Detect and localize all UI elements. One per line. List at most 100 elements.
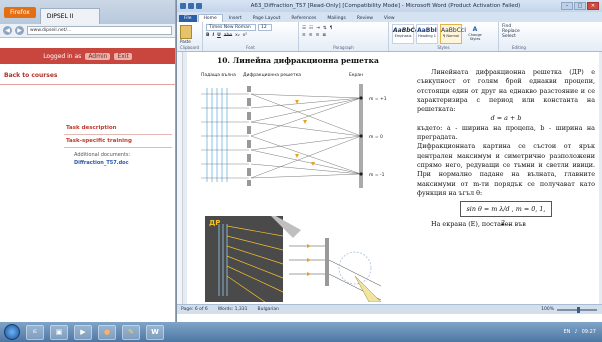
ribbon: Paste Clipboard Times New Roman 12 B I U… — [177, 22, 602, 52]
style-heading-1[interactable]: AaBbI Heading 1 — [416, 24, 438, 44]
sort-icon[interactable]: ⇅ — [323, 26, 327, 31]
justify-icon[interactable]: ≣ — [322, 33, 326, 38]
tab-file[interactable]: File — [179, 15, 197, 22]
vertical-ruler — [177, 52, 183, 304]
change-styles-icon: A — [472, 26, 478, 33]
detail-arrows — [307, 244, 311, 276]
task-training-link[interactable]: Task-specific training — [64, 135, 172, 148]
angle-arc — [338, 251, 372, 285]
italic-button[interactable]: I — [212, 33, 214, 38]
falling-wave-label: Падаща вълна — [201, 72, 236, 78]
undo-icon[interactable] — [196, 3, 202, 9]
paste-label: Paste — [180, 39, 191, 44]
order-plus-one-label: m = +1 — [369, 96, 387, 102]
browser-tab[interactable]: DIPSEL II — [39, 8, 100, 24]
style-normal[interactable]: AaBbCcI ¶ Normal — [440, 24, 466, 44]
page-count[interactable]: Page: 6 of 6 — [181, 307, 208, 312]
language-indicator[interactable]: Bulgarian — [258, 307, 280, 312]
superscript-button[interactable]: x² — [243, 33, 247, 38]
word-count[interactable]: Words: 1,331 — [218, 307, 248, 312]
taskbar-paint[interactable]: ✎ — [122, 324, 140, 340]
paragraph-definition: Линейната дифракционна решетка (ДР) е съ… — [417, 68, 595, 114]
underline-button[interactable]: U — [217, 33, 221, 38]
back-arrow-icon[interactable]: ◀ — [3, 26, 12, 35]
tab-insert[interactable]: Insert — [224, 15, 247, 22]
ray-arrows — [295, 100, 315, 166]
zoom-level[interactable]: 100% — [541, 307, 554, 312]
bullets-icon[interactable]: ☰ — [302, 26, 306, 31]
tray-language[interactable]: EN — [563, 329, 570, 335]
doc-file-link[interactable]: Diffraction_T57.doc — [64, 160, 172, 166]
volume-icon[interactable]: ♪ — [574, 329, 577, 335]
tab-page-layout[interactable]: Page Layout — [248, 15, 286, 22]
additional-docs-label: Additional documents: — [74, 152, 131, 158]
tab-review[interactable]: Review — [352, 15, 378, 22]
tab-view[interactable]: View — [379, 15, 400, 22]
bold-button[interactable]: B — [206, 33, 209, 38]
change-styles-button[interactable]: A Change Styles — [464, 24, 486, 44]
paragraph-label: Paragraph — [333, 45, 354, 50]
indent-icon[interactable]: ⇥ — [316, 26, 320, 31]
align-left-icon[interactable]: ≡ — [302, 33, 306, 38]
minimize-button[interactable]: – — [561, 2, 573, 10]
taskbar-ie[interactable]: IE — [26, 324, 44, 340]
font-size-select[interactable]: 12 — [258, 24, 272, 31]
editing-group: Find Replace Select Editing — [499, 22, 539, 51]
zoom-slider-thumb[interactable] — [577, 306, 580, 313]
style-emphasis[interactable]: AaBbCcI Emphasis — [392, 24, 421, 44]
window-title: A63_Diffraction_T57 [Read-Only] [Compati… — [250, 3, 521, 9]
zoom-control: 100% — [541, 306, 602, 313]
login-user[interactable]: Admin — [85, 52, 111, 60]
word-icon: W — [151, 328, 159, 336]
maximize-button[interactable]: □ — [574, 2, 586, 10]
taskbar-explorer[interactable]: ▣ — [50, 324, 68, 340]
taskbar-media[interactable]: ▶ — [74, 324, 92, 340]
document-page[interactable]: 10. Линейна дифракционна решетка Падаща … — [187, 52, 599, 304]
task-description-link[interactable]: Task description — [64, 122, 172, 135]
diffraction-grating-figure: Падаща вълна Дифракционна решетка Екран — [201, 72, 387, 188]
strikethrough-button[interactable]: abe — [224, 33, 232, 38]
task-menu: Task description Task-specific training … — [64, 122, 172, 166]
style-name: Emphasis — [394, 34, 412, 38]
maximum-plus-one — [359, 96, 363, 100]
document-area[interactable]: 10. Линейна дифракционна решетка Падаща … — [177, 52, 602, 304]
close-button[interactable]: ✕ — [587, 2, 599, 10]
start-button[interactable] — [4, 324, 20, 340]
styles-label: Styles — [437, 45, 450, 50]
firefox-menu-button[interactable]: Firefox — [4, 6, 36, 18]
pilcrow-icon[interactable]: ¶ — [330, 26, 333, 31]
status-bar: Page: 6 of 6 Words: 1,331 Bulgarian 100% — [177, 304, 602, 314]
maximum-minus-one — [359, 172, 363, 176]
numbering-icon[interactable]: ☷ — [309, 26, 313, 31]
tab-references[interactable]: References — [286, 15, 321, 22]
align-right-icon[interactable]: ≡ — [316, 33, 320, 38]
save-icon[interactable] — [188, 3, 194, 9]
ie-icon: IE — [32, 329, 38, 335]
back-to-courses-link[interactable]: Back to courses — [0, 72, 175, 79]
ribbon-tabs: File Home Insert Page Layout References … — [177, 12, 602, 22]
diffracted-rays — [250, 93, 362, 179]
grating-label: Дифракционна решетка — [243, 72, 301, 78]
tab-mailings[interactable]: Mailings — [322, 15, 350, 22]
url-bar[interactable]: www.dipseil.net/... — [27, 26, 172, 35]
desktop: Firefox DIPSEL II ◀ ▶ www.dipseil.net/..… — [0, 0, 602, 342]
style-sample: AaBbI — [417, 27, 437, 34]
logout-link[interactable]: Exit — [114, 52, 132, 60]
tray-clock[interactable]: 09:27 — [582, 329, 596, 335]
taskbar-word[interactable]: W — [146, 324, 164, 340]
tab-home[interactable]: Home — [197, 14, 223, 22]
select-button[interactable]: Select — [502, 34, 536, 39]
forward-arrow-icon[interactable]: ▶ — [15, 26, 24, 35]
align-center-icon[interactable]: ≡ — [309, 33, 313, 38]
taskbar-firefox[interactable]: ● — [98, 324, 116, 340]
subscript-button[interactable]: x₂ — [235, 33, 239, 38]
zoom-slider[interactable] — [557, 306, 597, 313]
paragraph-pattern: Дифракционната картина се състои от ярък… — [417, 142, 595, 197]
system-tray: EN ♪ 09:27 — [563, 329, 602, 335]
font-name-select[interactable]: Times New Roman — [206, 24, 256, 31]
screen-label: Екран — [349, 72, 363, 78]
paste-icon[interactable] — [180, 25, 192, 39]
order-zero-label: m = 0 — [369, 134, 383, 140]
folder-icon: ▣ — [55, 328, 63, 336]
login-text: Logged in as — [43, 52, 82, 60]
